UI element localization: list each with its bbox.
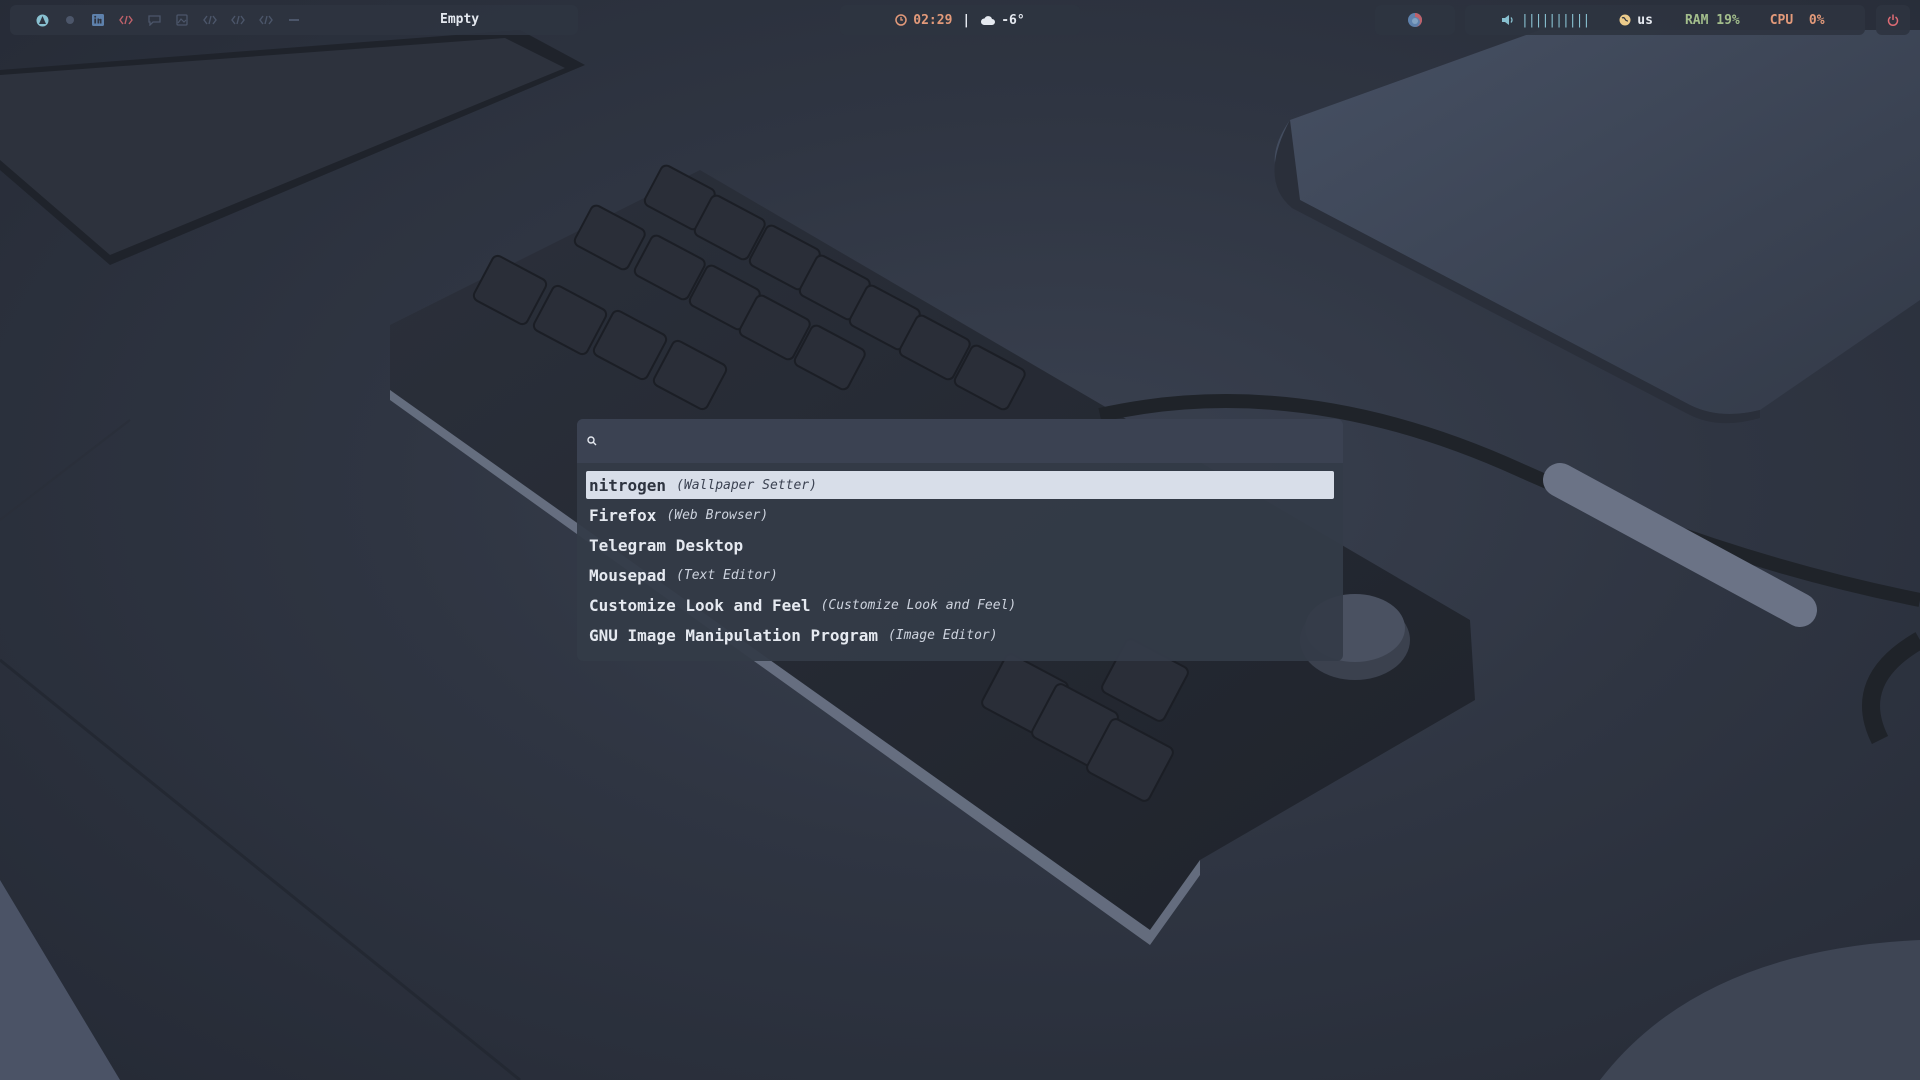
globe-icon bbox=[1619, 14, 1631, 26]
launcher-item-description: (Image Editor) bbox=[887, 627, 998, 643]
power-button[interactable] bbox=[1876, 5, 1910, 35]
workspace-3[interactable] bbox=[84, 5, 112, 35]
ram-usage: RAM 19% bbox=[1684, 12, 1740, 28]
app-launcher: nitrogen (Wallpaper Setter) Firefox (Web Br… bbox=[577, 419, 1343, 661]
launcher-item-name: Firefox bbox=[589, 505, 657, 525]
cpu-usage: CPU 0% bbox=[1769, 12, 1825, 28]
code-icon bbox=[119, 15, 133, 25]
workspace-7[interactable] bbox=[196, 5, 224, 35]
weather: -6° bbox=[980, 12, 1025, 28]
keyboard-layout[interactable]: us bbox=[1619, 13, 1653, 28]
clock-weather-widget[interactable]: 02:29 | -6° bbox=[840, 5, 1080, 35]
launcher-item-name: GNU Image Manipulation Program bbox=[589, 625, 878, 645]
launcher-item-description: (Customize Look and Feel) bbox=[820, 597, 1017, 613]
launcher-search-input[interactable] bbox=[605, 425, 1343, 457]
power-icon bbox=[1887, 14, 1899, 26]
window-title: Empty bbox=[440, 12, 480, 27]
volume-widget[interactable]: |||||||||| bbox=[1501, 12, 1590, 28]
workspaces-bar: Empty bbox=[10, 5, 578, 35]
linkedin-icon bbox=[92, 14, 104, 26]
firefox-icon[interactable] bbox=[1407, 12, 1423, 28]
code-icon bbox=[203, 15, 217, 25]
image-icon bbox=[176, 14, 188, 26]
launcher-item-name: Telegram Desktop bbox=[589, 535, 744, 555]
arch-icon bbox=[36, 14, 48, 26]
launcher-item-description: (Text Editor) bbox=[676, 567, 778, 583]
workspace-4[interactable] bbox=[112, 5, 140, 35]
weather-temp: -6° bbox=[1001, 12, 1025, 28]
launcher-item[interactable]: GNU Image Manipulation Program (Image Edi… bbox=[586, 621, 1334, 649]
clock: 02:29 bbox=[895, 13, 952, 28]
launcher-item[interactable]: Telegram Desktop bbox=[586, 531, 1334, 559]
launcher-search-row bbox=[577, 419, 1343, 463]
clock-time: 02:29 bbox=[913, 12, 953, 28]
launcher-item-name: Customize Look and Feel bbox=[589, 595, 811, 615]
minus-icon bbox=[289, 19, 299, 21]
launcher-item[interactable]: nitrogen (Wallpaper Setter) bbox=[586, 471, 1334, 499]
separator: | bbox=[962, 12, 971, 28]
speaker-icon bbox=[1502, 15, 1513, 25]
launcher-item[interactable]: Firefox (Web Browser) bbox=[586, 501, 1334, 529]
code-icon bbox=[259, 15, 273, 25]
clock-icon bbox=[895, 14, 908, 26]
launcher-results: nitrogen (Wallpaper Setter) Firefox (Web Br… bbox=[577, 463, 1343, 649]
launcher-item-description: (Wallpaper Setter) bbox=[676, 477, 817, 493]
workspace-6[interactable] bbox=[168, 5, 196, 35]
workspace-10[interactable] bbox=[280, 5, 308, 35]
launcher-item-description: (Web Browser) bbox=[666, 507, 769, 523]
launcher-item[interactable]: Mousepad (Text Editor) bbox=[586, 561, 1334, 589]
keyboard-layout-label: us bbox=[1637, 12, 1653, 28]
search-icon bbox=[587, 436, 597, 446]
launcher-item-name: Mousepad bbox=[589, 565, 667, 585]
volume-level-bars: |||||||||| bbox=[1521, 12, 1590, 28]
workspace-2[interactable] bbox=[56, 5, 84, 35]
workspace-1[interactable] bbox=[28, 5, 56, 35]
cloud-icon bbox=[981, 15, 996, 25]
workspace-5[interactable] bbox=[140, 5, 168, 35]
launcher-item[interactable]: Customize Look and Feel (Customize Look a… bbox=[586, 591, 1334, 619]
code-icon bbox=[231, 15, 245, 25]
system-tray bbox=[1375, 5, 1455, 35]
dot-icon bbox=[66, 16, 74, 24]
workspace-list bbox=[28, 5, 308, 35]
chat-icon bbox=[147, 14, 161, 26]
launcher-item-name: nitrogen bbox=[589, 475, 667, 495]
workspace-9[interactable] bbox=[252, 5, 280, 35]
status-widgets: |||||||||| us RAM 19% CPU 0% bbox=[1465, 5, 1865, 35]
workspace-8[interactable] bbox=[224, 5, 252, 35]
